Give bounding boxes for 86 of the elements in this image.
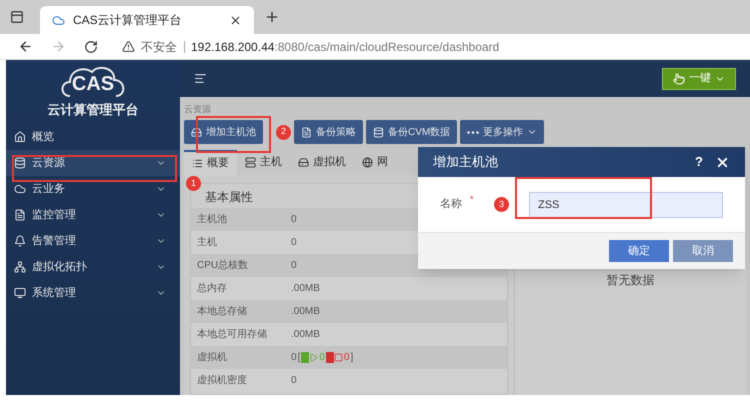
cloud-icon	[14, 183, 26, 195]
property-value: 0	[291, 351, 297, 365]
sidebar-item[interactable]: 虚拟化拓扑	[6, 254, 180, 280]
sidebar-label: 告警管理	[32, 234, 77, 249]
warning-icon	[122, 40, 135, 53]
server-icon	[245, 157, 256, 168]
address-bar[interactable]: 不安全 192.168.200.44:8080/cas/main/cloudResource/dashboard	[116, 34, 750, 58]
empty-message: 暂无数据	[606, 272, 654, 289]
sidebar-item[interactable]: 监控管理	[6, 202, 180, 228]
close-icon[interactable]	[229, 14, 242, 26]
sidebar-label: 概览	[32, 130, 55, 145]
tab[interactable]: 概要	[184, 150, 237, 175]
tab-title: CAS云计算管理平台	[73, 12, 183, 29]
stopped-vm-icon	[326, 352, 343, 363]
help-button[interactable]: ?	[695, 152, 703, 172]
cloud-icon	[52, 14, 65, 26]
field-label: 名称	[440, 197, 463, 212]
sidebar-item[interactable]: 系统管理	[6, 280, 180, 306]
globe-icon	[362, 157, 373, 168]
property-value: .00MB	[291, 328, 320, 342]
property-value: .00MB	[291, 305, 320, 319]
step-marker: 3	[494, 197, 509, 212]
network-icon	[14, 261, 26, 273]
bell-icon	[14, 235, 26, 247]
cas-logo: CAS	[58, 64, 128, 98]
running-vm-icon	[301, 352, 318, 363]
dots-icon	[467, 130, 480, 134]
sidebar-label: 云业务	[32, 182, 66, 197]
breadcrumb: 云资源	[184, 103, 212, 116]
property-name: 虚拟机密度	[196, 374, 248, 388]
property-name: 虚拟机	[196, 350, 228, 365]
tab[interactable]: 虚拟机	[290, 150, 354, 175]
home-icon	[14, 131, 26, 143]
drive-icon	[191, 126, 202, 138]
dialog-title: 增加主机池	[433, 153, 499, 172]
sidebar-item[interactable]: 云资源	[6, 150, 180, 176]
pointer-icon	[673, 72, 685, 84]
database-icon	[14, 157, 26, 169]
monitor-icon	[14, 287, 26, 299]
running-count: 0	[319, 351, 325, 365]
sidebar-item[interactable]: 云业务	[6, 176, 180, 202]
sidebar-label: 虚拟化拓扑	[32, 260, 88, 275]
security-label: 不安全	[141, 40, 185, 52]
required-mark: *	[470, 193, 475, 206]
url-text: 192.168.200.44:8080/cas/main/cloudResource/dashboard	[191, 38, 500, 56]
tab[interactable]: 网	[354, 150, 396, 175]
property-name: 总内存	[196, 282, 228, 296]
toolbar-button[interactable]: 备份CVM数据	[366, 120, 458, 144]
sidebar-label: 系统管理	[32, 286, 77, 301]
sidebar-item[interactable]: 告警管理	[6, 228, 180, 254]
toolbar-button[interactable]: 备份策略	[294, 120, 363, 144]
property-value: 0	[291, 374, 297, 388]
document-icon	[301, 126, 312, 138]
reload-icon[interactable]	[84, 40, 98, 54]
property-name: 本地总可用存储	[196, 328, 268, 342]
property-name: CPU总核数	[196, 258, 250, 273]
bracket-text: ]	[350, 351, 354, 365]
property-value: 0	[291, 259, 297, 273]
property-value: 0	[291, 236, 297, 250]
toolbar-button[interactable]: 增加主机池	[184, 120, 263, 144]
name-input[interactable]: ZSS	[529, 192, 723, 218]
stopped-count: 0	[344, 351, 350, 365]
menu-icon[interactable]	[194, 72, 207, 85]
tab[interactable]: 主机	[237, 150, 290, 175]
tab-strip-icon[interactable]	[10, 10, 24, 24]
property-value: .00MB	[291, 282, 320, 296]
database-icon	[373, 126, 384, 138]
browser-tab[interactable]: CAS云计算管理平台	[40, 6, 254, 34]
panel-title: 基本属性	[205, 189, 253, 206]
step-marker: 2	[276, 124, 291, 140]
property-name: 本地总存储	[196, 304, 248, 319]
property-name: 主机池	[196, 212, 228, 227]
sidebar-label: 云资源	[32, 156, 66, 171]
new-tab-icon[interactable]	[264, 9, 280, 25]
property-value: 0	[291, 213, 297, 227]
toolbar-button[interactable]: 更多操作	[460, 120, 544, 144]
sidebar-label: 监控管理	[32, 208, 77, 223]
property-name: 主机	[196, 236, 218, 250]
sidebar-item[interactable]: 概览	[6, 124, 180, 150]
platform-title: 云计算管理平台	[48, 101, 138, 120]
confirm-button[interactable]: 确定	[609, 240, 669, 262]
drive-icon	[298, 157, 309, 168]
bracket-text: [	[298, 351, 300, 365]
list-icon	[192, 158, 203, 169]
document-icon	[14, 209, 26, 221]
back-icon[interactable]	[18, 39, 33, 54]
